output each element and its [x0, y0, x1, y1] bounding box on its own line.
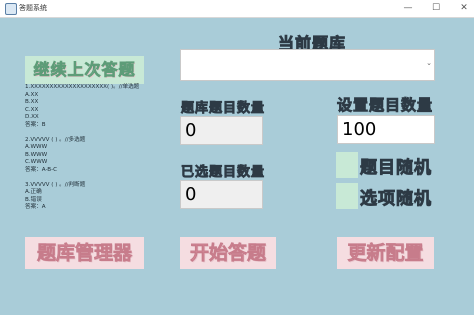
minimize-button[interactable]: — [394, 0, 422, 17]
preview-line: D.XX [25, 114, 39, 120]
preview-line: B.错误 [25, 196, 42, 203]
start-answer-button[interactable]: 开始答题 [180, 237, 276, 269]
app-icon [5, 3, 17, 15]
preview-line: A.WWW [25, 144, 48, 150]
preview-gap [25, 174, 165, 182]
preview-line: B.XX [25, 99, 39, 105]
window-title: 答题系统 [19, 4, 47, 12]
preview-line: 3.VVVVV ( ) 。//判断题 [25, 181, 86, 188]
preview-line: A.正确 [25, 189, 42, 195]
selected-count-label: 已选题目数量 [181, 165, 266, 181]
continue-last-button[interactable]: 继续上次答题 [25, 56, 144, 84]
close-button[interactable]: ✕ [450, 0, 474, 17]
set-count-label: 设置题目数量 [337, 96, 434, 115]
title-bar: 答题系统 — ☐ ✕ [0, 0, 474, 18]
preview-line: A.XX [25, 91, 39, 98]
random-choices-label[interactable]: 选项随机 [360, 184, 432, 210]
preview-line: 答案：A-B-C [25, 166, 58, 173]
preview-line: B.WWW [25, 151, 48, 158]
preview-line: 答案：A [25, 204, 46, 210]
random-questions-label[interactable]: 题目随机 [360, 153, 432, 179]
selected-count-field: 0 [180, 180, 263, 209]
chevron-down-icon[interactable]: ⌄ [426, 59, 432, 67]
maximize-button[interactable]: ☐ [422, 0, 450, 17]
random-questions-checkbox[interactable] [336, 152, 358, 178]
bank-count-label: 题库题目数量 [181, 101, 266, 117]
current-bank-select[interactable]: ⌄ [180, 49, 435, 81]
update-config-button[interactable]: 更新配置 [337, 237, 434, 269]
bank-manager-button[interactable]: 题库管理器 [25, 237, 144, 269]
random-choices-checkbox[interactable] [336, 183, 358, 209]
main-panel: 继续上次答题 1.XXXXXXXXXXXXXXXXXXXX( )。//单选题 A.… [0, 18, 474, 315]
preview-line: C.WWW [25, 159, 48, 165]
preview-line: 答案：B [25, 121, 46, 128]
preview-line: 2.VVVVV ( ) 。//多选题 [25, 136, 86, 143]
preview-line: 1.XXXXXXXXXXXXXXXXXXXX( )。//单选题 [25, 84, 140, 90]
set-count-input[interactable]: 100 [337, 115, 435, 144]
preview-gap [25, 129, 165, 137]
bank-count-field: 0 [180, 116, 263, 145]
preview-line: C.XX [25, 106, 39, 113]
question-format-preview: 1.XXXXXXXXXXXXXXXXXXXX( )。//单选题 A.XX B.XX C… [25, 84, 165, 212]
